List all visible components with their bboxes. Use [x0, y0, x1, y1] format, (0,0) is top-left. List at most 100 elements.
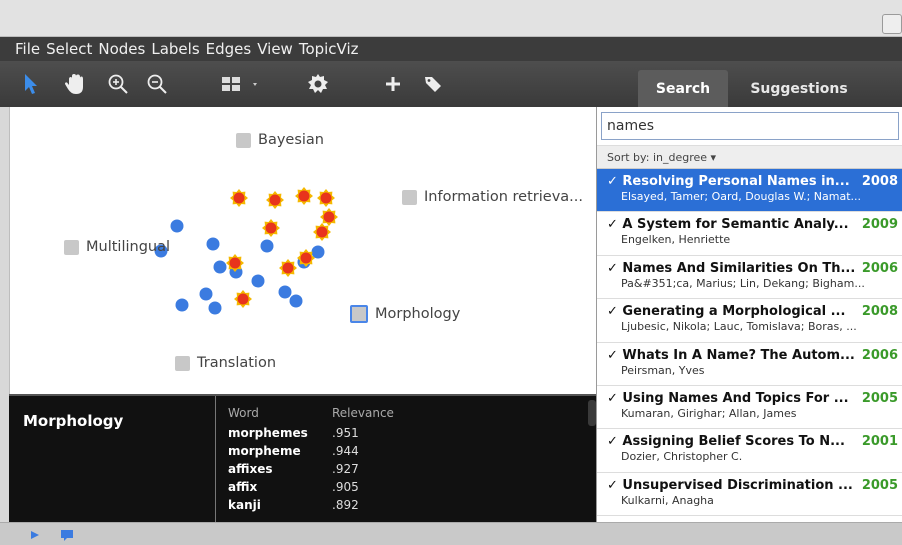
- hand-pan-icon[interactable]: [62, 71, 88, 97]
- search-input[interactable]: [601, 112, 899, 140]
- header-word: Word: [228, 406, 259, 420]
- document-node[interactable]: [251, 274, 265, 288]
- highlighted-document-node[interactable]: [295, 187, 313, 205]
- highlighted-document-node[interactable]: [313, 223, 331, 241]
- search-result-item[interactable]: ✓ A System for Semantic Analy... 2009 Enge…: [597, 212, 902, 256]
- zoom-in-icon[interactable]: [105, 71, 131, 97]
- topic-node-morphology[interactable]: Morphology: [350, 305, 460, 323]
- menu-view[interactable]: View: [257, 40, 293, 58]
- topic-label-text: Translation: [197, 355, 277, 371]
- topic-square-icon: [402, 189, 417, 205]
- tab-search[interactable]: Search: [638, 70, 728, 107]
- topic-word-table: Word Relevance morphemes .951 morpheme .…: [228, 406, 394, 514]
- highlighted-document-node[interactable]: [317, 189, 335, 207]
- document-node[interactable]: [175, 298, 189, 312]
- search-result-item[interactable]: ✓ Using Names And Topics For ... 2005 Kuma…: [597, 385, 902, 430]
- topic-node-multilingual[interactable]: Multilingual: [64, 239, 170, 255]
- result-year: 2005: [861, 477, 898, 493]
- highlighted-document-node[interactable]: [279, 259, 297, 277]
- result-authors: Kumaran, Girighar; Allan, James: [621, 406, 797, 420]
- result-authors: Ljubesic, Nikola; Lauc, Tomislava; Boras…: [621, 320, 857, 334]
- menu-labels[interactable]: Labels: [151, 40, 199, 58]
- search-sidebar: Sort by: in_degree ▾ ✓ Resolving Persona…: [596, 107, 902, 522]
- relevance-cell: .927: [332, 462, 359, 476]
- table-header: Word Relevance: [228, 406, 394, 420]
- menu-file[interactable]: File: [15, 40, 40, 58]
- add-plus-icon[interactable]: [380, 71, 406, 97]
- table-row: affix .905: [228, 478, 394, 496]
- topic-node-bayesian[interactable]: Bayesian: [236, 132, 324, 148]
- topic-square-icon: [350, 305, 368, 323]
- document-node[interactable]: [170, 219, 184, 233]
- table-row: morpheme .944: [228, 442, 394, 460]
- window-close-icon[interactable]: [882, 14, 902, 34]
- result-year: 2008: [861, 304, 898, 320]
- topic-detail-panel: Morphology Word Relevance morphemes .951…: [9, 394, 596, 524]
- tag-icon[interactable]: [420, 71, 446, 97]
- topic-square-icon: [175, 355, 190, 371]
- sort-dropdown[interactable]: Sort by: in_degree ▾: [597, 145, 902, 169]
- topic-node-information-retrieval[interactable]: Information retrieva...: [402, 189, 583, 205]
- select-pointer-icon[interactable]: [18, 71, 44, 97]
- topic-label-text: Information retrieva...: [424, 189, 583, 205]
- highlighted-document-node[interactable]: [230, 189, 248, 207]
- topic-label-text: Bayesian: [258, 132, 324, 148]
- result-title: ✓ Whats In A Name? The Autom...: [607, 347, 855, 363]
- table-row: kanji .892: [228, 496, 394, 514]
- table-row: affixes .927: [228, 460, 394, 478]
- result-title: ✓ Using Names And Topics For ...: [607, 390, 849, 406]
- result-title: ✓ Names And Similarities On Th...: [607, 260, 856, 276]
- message-icon[interactable]: [60, 529, 74, 541]
- word-cell: morphemes: [228, 426, 308, 440]
- search-result-item[interactable]: ✓ Generating a Morphological ... 2008 Ljub…: [597, 299, 902, 343]
- table-row: morphemes .951: [228, 424, 394, 442]
- relevance-cell: .951: [332, 426, 359, 440]
- zoom-out-icon[interactable]: [144, 71, 170, 97]
- highlighted-document-node[interactable]: [297, 249, 315, 267]
- search-result-item[interactable]: ✓ Unsupervised Discrimination ... 2005 Kul…: [597, 472, 902, 517]
- document-node[interactable]: [289, 294, 303, 308]
- result-year: 2009: [861, 217, 898, 233]
- result-authors: Dozier, Christopher C.: [621, 450, 743, 464]
- document-node[interactable]: [208, 301, 222, 315]
- relevance-cell: .905: [332, 480, 359, 494]
- panel-scrollbar[interactable]: [588, 400, 596, 426]
- settings-gear-icon[interactable]: [305, 71, 331, 97]
- document-node[interactable]: [199, 287, 213, 301]
- highlighted-document-node[interactable]: [234, 290, 252, 308]
- search-result-item[interactable]: ✓ Whats In A Name? The Autom... 2006 Peirs…: [597, 342, 902, 386]
- document-node[interactable]: [206, 237, 220, 251]
- result-year: 2006: [861, 347, 898, 363]
- highlighted-document-node[interactable]: [262, 219, 280, 237]
- relevance-cell: .944: [332, 444, 359, 458]
- topic-node-translation[interactable]: Translation: [175, 355, 276, 371]
- topic-detail-title: Morphology: [23, 412, 124, 430]
- window-titlebar: [0, 0, 902, 37]
- highlighted-document-node[interactable]: [320, 208, 338, 226]
- search-result-item[interactable]: ✓ Resolving Personal Names in... 2008 Elsa…: [597, 169, 902, 213]
- layout-grid-icon[interactable]: [218, 71, 266, 97]
- panel-divider: [215, 396, 216, 524]
- search-result-item[interactable]: ✓ Assigning Belief Scores To N... 2001 Doz…: [597, 429, 902, 473]
- sidebar-tabbar: Search Suggestions: [596, 61, 902, 107]
- word-cell: affix: [228, 480, 258, 494]
- tab-suggestions[interactable]: Suggestions: [744, 70, 854, 107]
- highlighted-document-node[interactable]: [226, 254, 244, 272]
- result-title: ✓ Unsupervised Discrimination ...: [607, 477, 853, 493]
- menu-edges[interactable]: Edges: [206, 40, 252, 58]
- play-icon[interactable]: [30, 530, 40, 540]
- highlighted-document-node[interactable]: [266, 191, 284, 209]
- document-node[interactable]: [311, 245, 325, 259]
- topic-graph-canvas[interactable]: Bayesian Information retrieva... Multili…: [9, 107, 596, 394]
- results-list: ✓ Resolving Personal Names in... 2008 Elsa…: [597, 169, 902, 522]
- menu-topicviz[interactable]: TopicViz: [299, 40, 359, 58]
- menu-nodes[interactable]: Nodes: [98, 40, 145, 58]
- search-result-item[interactable]: ✓ Names And Similarities On Th... 2006 Pa&…: [597, 255, 902, 300]
- document-node[interactable]: [260, 239, 274, 253]
- word-cell: kanji: [228, 498, 261, 512]
- document-node[interactable]: [213, 260, 227, 274]
- document-node[interactable]: [278, 285, 292, 299]
- menu-select[interactable]: Select: [46, 40, 92, 58]
- result-title: ✓ Generating a Morphological ...: [607, 304, 846, 320]
- result-authors: Peirsman, Yves: [621, 363, 705, 377]
